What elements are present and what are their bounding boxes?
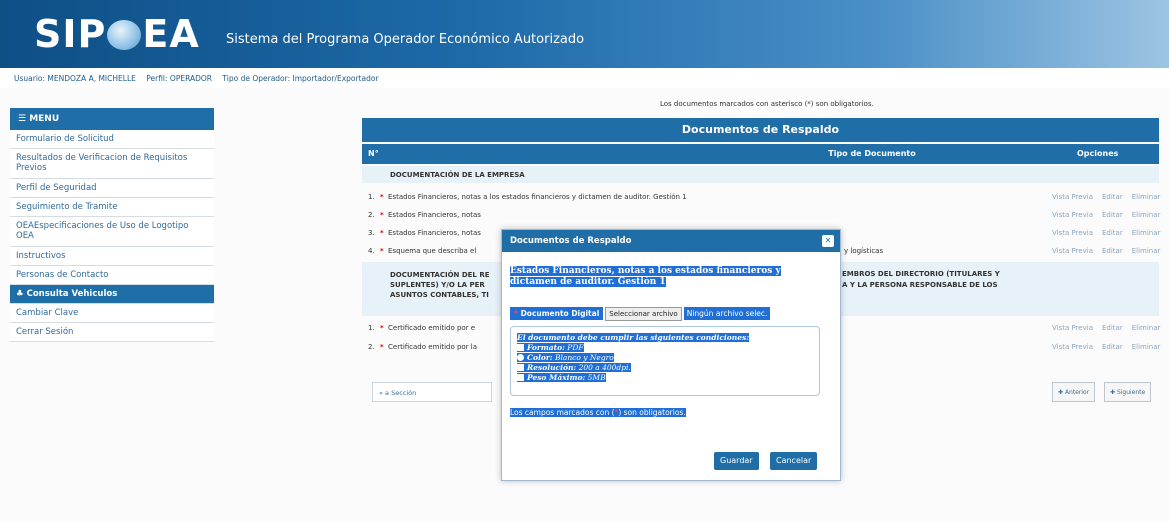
menu-header[interactable]: ☰ MENU: [10, 108, 214, 130]
sidebar-item-seguimiento[interactable]: Seguimiento de Tramite: [10, 198, 214, 217]
sidebar-item-cambiar-clave[interactable]: Cambiar Clave: [10, 304, 214, 323]
panel-title: Documentos de Respaldo: [362, 118, 1159, 142]
table-row: 2. * Estados Financieros, notas Vista Pre…: [368, 211, 1161, 219]
edit-link[interactable]: Editar: [1102, 229, 1123, 237]
edit-link[interactable]: Editar: [1102, 343, 1123, 351]
edit-link[interactable]: Editar: [1102, 193, 1123, 201]
section-representantes-cont-2: A Y LA PERSONA RESPONSABLE DE LOS: [842, 281, 998, 289]
preview-link[interactable]: Vista Previa: [1052, 324, 1093, 332]
delete-link[interactable]: Eliminar: [1132, 343, 1161, 351]
upload-modal: Documentos de Respaldo ✕ Estados Financi…: [501, 229, 841, 481]
sidebar-item-vehiculos[interactable]: ♣ Consulta Vehiculos: [10, 285, 214, 304]
condition-format: Formato: PDF: [517, 343, 813, 353]
section-nav-button[interactable]: « a Sección: [372, 382, 492, 402]
required-notice: Los documentos marcados con asterisco (*…: [660, 100, 874, 108]
digital-doc-label: * Documento Digital: [510, 307, 604, 320]
doc-heading: Estados Financieros, notas a los estados…: [510, 266, 781, 287]
delete-link[interactable]: Eliminar: [1132, 193, 1161, 201]
sidebar-item-resultados[interactable]: Resultados de Verificacion de Requisitos…: [10, 149, 214, 179]
sidebar-item-instructivos[interactable]: Instructivos: [10, 247, 214, 266]
sidebar-item-formulario[interactable]: Formulario de Solicitud: [10, 130, 214, 149]
weight-icon: [517, 374, 524, 381]
user-profile: Perfil: OPERADOR: [146, 74, 213, 83]
delete-link[interactable]: Eliminar: [1132, 211, 1161, 219]
delete-link[interactable]: Eliminar: [1132, 247, 1161, 255]
save-button[interactable]: Guardar: [714, 452, 759, 470]
table-header: N° Tipo de Documento Opciones: [362, 144, 1159, 164]
app-header: SIP EA Sistema del Programa Operador Econ…: [0, 0, 1169, 68]
column-type: Tipo de Documento: [828, 149, 916, 158]
user-info-bar: Usuario: MENDOZA A, MICHELLE Perfil: OPE…: [0, 68, 1169, 88]
sidebar-item-cerrar-sesion[interactable]: Cerrar Sesión: [10, 323, 214, 342]
sidebar-menu: ☰ MENU Formulario de Solicitud Resultado…: [10, 108, 214, 342]
column-num: N°: [368, 149, 379, 158]
edit-link[interactable]: Editar: [1102, 211, 1123, 219]
condition-color: Color: Blanco y Negro: [517, 353, 813, 363]
delete-link[interactable]: Eliminar: [1132, 229, 1161, 237]
preview-link[interactable]: Vista Previa: [1052, 211, 1093, 219]
section-representantes-cont-1: EMBROS DEL DIRECTORIO (TITULARES Y: [842, 270, 1000, 278]
color-icon: [517, 354, 524, 361]
conditions-box: El documento debe cumplir las siguientes…: [510, 326, 820, 396]
file-icon: [517, 344, 524, 351]
cancel-button[interactable]: Cancelar: [770, 452, 818, 470]
preview-link[interactable]: Vista Previa: [1052, 343, 1093, 351]
preview-link[interactable]: Vista Previa: [1052, 193, 1093, 201]
next-button[interactable]: ✚ Siguiente: [1104, 382, 1152, 402]
user-name: Usuario: MENDOZA A, MICHELLE: [14, 74, 136, 83]
sipoea-logo: SIP EA: [34, 12, 200, 56]
choose-file-button[interactable]: Seleccionar archivo: [605, 307, 682, 321]
condition-weight: Peso Máximo: 5MB: [517, 373, 813, 383]
modal-title: Documentos de Respaldo ✕: [502, 230, 840, 252]
close-icon[interactable]: ✕: [822, 235, 834, 247]
condition-resolution: Resolución: 200 a 400dpi.: [517, 363, 813, 373]
sidebar-item-logotipo[interactable]: OEAEspecificaciones de Uso de Logotipo O…: [10, 217, 214, 247]
globe-icon: [107, 20, 142, 50]
edit-link[interactable]: Editar: [1102, 247, 1123, 255]
prev-button[interactable]: ✚ Anterior: [1052, 382, 1096, 402]
column-options: Opciones: [1077, 149, 1119, 158]
modal-required-note: Los campos marcados con (*) son obligato…: [510, 408, 686, 417]
delete-link[interactable]: Eliminar: [1132, 324, 1161, 332]
table-row: 1. * Estados Financieros, notas a los est…: [368, 193, 1161, 201]
preview-link[interactable]: Vista Previa: [1052, 229, 1093, 237]
digital-doc-row: * Documento Digital Seleccionar archivo Ni…: [510, 307, 771, 321]
sidebar-item-perfil-seguridad[interactable]: Perfil de Seguridad: [10, 179, 214, 198]
conditions-title: El documento debe cumplir las siguientes…: [517, 333, 749, 342]
preview-link[interactable]: Vista Previa: [1052, 247, 1093, 255]
car-icon: ♣: [16, 289, 24, 299]
sidebar-item-contacto[interactable]: Personas de Contacto: [10, 266, 214, 285]
system-title: Sistema del Programa Operador Económico …: [226, 32, 585, 47]
resolution-icon: [517, 364, 524, 371]
section-empresa: DOCUMENTACIÓN DE LA EMPRESA: [362, 166, 1159, 183]
file-status: Ningún archivo selec.: [683, 307, 771, 320]
edit-link[interactable]: Editar: [1102, 324, 1123, 332]
operator-type: Tipo de Operador: Importador/Exportador: [222, 74, 379, 83]
